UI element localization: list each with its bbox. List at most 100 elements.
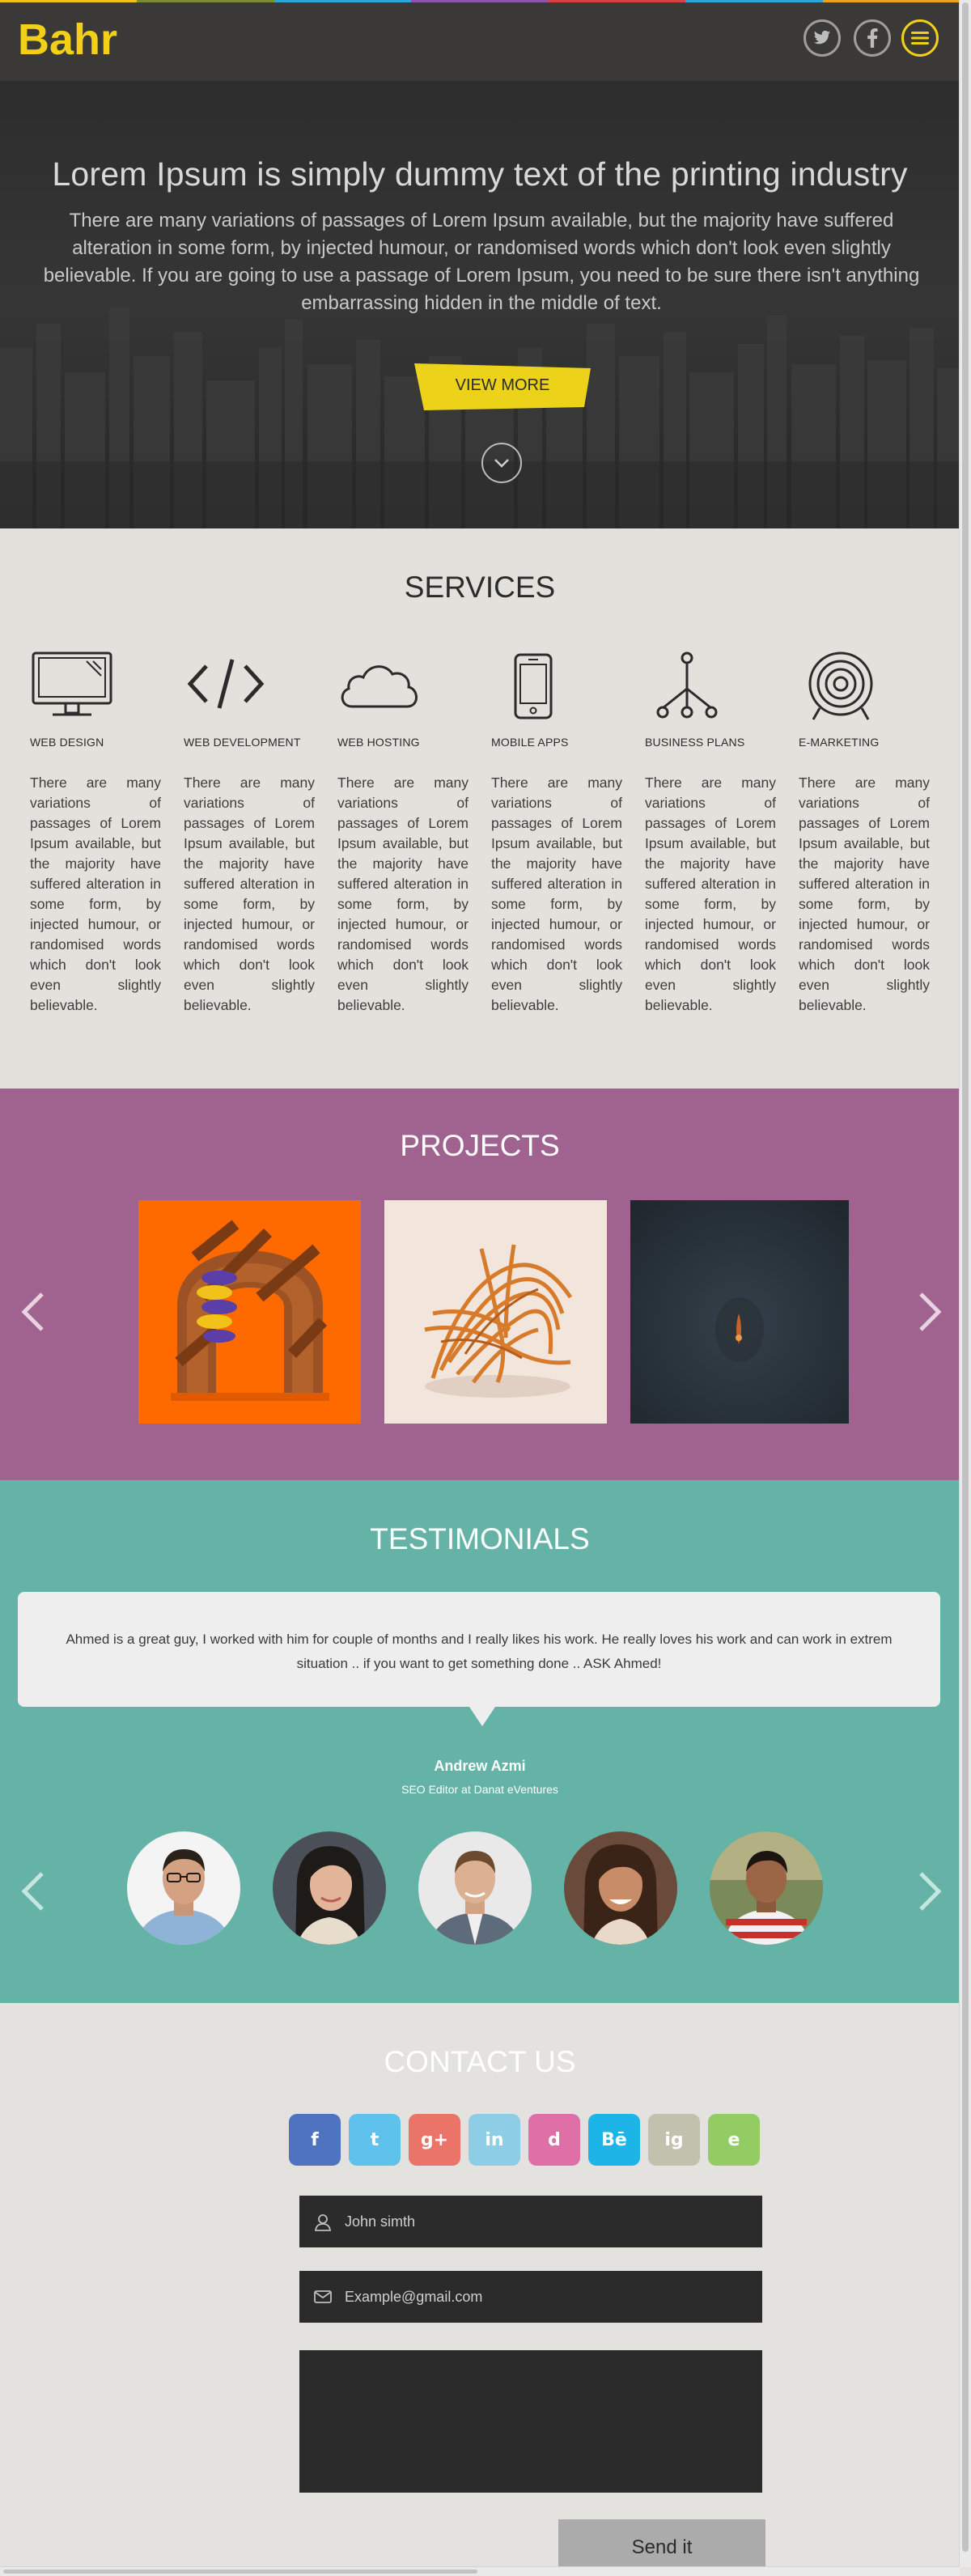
evernote-icon: e [727,2129,740,2150]
view-more-button[interactable]: VIEW MORE [413,360,592,410]
projects-title: PROJECTS [400,1129,560,1162]
service-web-development: WEB DEVELOPMENT There are many variation… [184,650,315,1016]
service-text: There are many variations of passages of… [491,774,622,1013]
avatar-man-glasses [127,1831,240,1945]
twitter-icon [813,30,831,45]
linkedin-button[interactable]: in [469,2114,520,2166]
chevron-left-icon [21,1292,44,1331]
service-text: There are many variations of passages of… [799,774,930,1013]
email-input[interactable] [345,2271,749,2323]
instagram-icon: ig [664,2129,684,2150]
user-icon [314,2214,332,2231]
avatar-woman-smiling [564,1831,677,1945]
service-text: There are many variations of passages of… [30,774,161,1013]
project-sculpture-illustration [384,1200,607,1424]
chevron-left-icon [21,1872,44,1911]
project-arch-illustration [138,1200,361,1424]
project-image-dark[interactable] [630,1200,849,1424]
avatar[interactable] [564,1831,677,1945]
project-image-sculpture[interactable] [384,1200,607,1424]
quote-pointer [469,1707,495,1726]
horizontal-scrollbar[interactable] [0,2566,960,2576]
name-field[interactable] [299,2196,762,2247]
twitter-icon: t [370,2129,379,2150]
chevron-right-icon [919,1872,942,1911]
twitter-button[interactable] [804,19,841,57]
testimonial-quote-box: Ahmed is a great guy, I worked with him … [18,1592,940,1707]
service-title: WEB HOSTING [337,736,420,749]
header: Bahr [0,2,960,81]
target-icon [808,651,873,720]
logo[interactable]: Bahr [18,14,117,66]
hero: Lorem Ipsum is simply dummy text of the … [0,81,960,528]
facebook-icon [867,28,878,48]
facebook-button[interactable]: f [289,2114,341,2166]
service-web-design: WEB DESIGN There are many variations of … [30,650,161,1016]
name-input[interactable] [345,2196,749,2247]
mail-icon [314,2290,332,2303]
service-business-plans: BUSINESS PLANS There are many variations… [645,650,776,1016]
facebook-icon: f [311,2129,319,2150]
avatar-man-striped-shirt [710,1831,823,1945]
contact-section: CONTACT US ftg+indBēige Send it [0,2003,960,2576]
email-field[interactable] [299,2271,762,2323]
testimonials-title: TESTIMONIALS [370,1522,590,1555]
vertical-scrollbar[interactable] [959,0,971,2567]
avatar[interactable] [710,1831,823,1945]
service-title: MOBILE APPS [491,736,569,749]
chevron-right-icon [919,1292,942,1331]
google-plus-button[interactable]: g+ [409,2114,460,2166]
project-image-arch[interactable] [138,1200,361,1424]
monitor-icon [32,651,112,716]
service-title: E-MARKETING [799,736,880,749]
testimonial-quote: Ahmed is a great guy, I worked with him … [66,1632,893,1671]
testimonials-next-button[interactable] [914,1867,947,1916]
service-text: There are many variations of passages of… [184,774,315,1013]
services-section: SERVICES WEB DESIGN There are many varia… [0,528,960,1089]
facebook-button[interactable] [854,19,891,57]
menu-button[interactable] [901,19,939,57]
vertical-scrollbar-thumb[interactable] [962,2,969,2552]
instagram-button[interactable]: ig [648,2114,700,2166]
service-text: There are many variations of passages of… [645,774,776,1013]
view-more-label: VIEW MORE [455,376,550,394]
testimonials-prev-button[interactable] [16,1867,49,1916]
service-title: WEB DEVELOPMENT [184,736,301,749]
behance-button[interactable]: Bē [588,2114,640,2166]
behance-icon: Bē [601,2129,627,2150]
hero-title: Lorem Ipsum is simply dummy text of the … [52,155,908,193]
avatar[interactable] [127,1831,240,1945]
scroll-down-button[interactable] [481,443,522,483]
code-icon [187,659,265,709]
projects-prev-button[interactable] [16,1288,49,1336]
service-e-marketing: E-MARKETING There are many variations of… [799,650,930,1016]
menu-icon [911,32,929,45]
service-web-hosting: WEB HOSTING There are many variations of… [337,650,469,1016]
avatar[interactable] [273,1831,386,1945]
dribbble-button[interactable]: d [528,2114,580,2166]
twitter-button[interactable]: t [349,2114,401,2166]
service-text: There are many variations of passages of… [337,774,469,1013]
testimonial-name: Andrew Azmi [434,1758,526,1774]
message-textarea[interactable] [299,2350,762,2493]
avatar[interactable] [418,1831,532,1945]
services-title: SERVICES [404,571,556,604]
evernote-button[interactable]: e [708,2114,760,2166]
avatar-woman-dark-hair [273,1831,386,1945]
project-dark-illustration [630,1200,849,1424]
hero-text: There are many variations of passages of… [43,210,920,314]
network-icon [656,651,718,719]
cloud-icon [341,665,418,708]
projects-section: PROJECTS [0,1089,960,1480]
projects-next-button[interactable] [914,1288,947,1336]
chevron-down-icon [494,459,509,468]
service-title: BUSINESS PLANS [645,736,745,749]
service-mobile-apps: MOBILE APPS There are many variations of… [491,650,622,1016]
horizontal-scrollbar-thumb[interactable] [3,2570,477,2574]
avatar-man-suit [418,1831,532,1945]
linkedin-icon: in [485,2129,504,2150]
testimonials-section: TESTIMONIALS Ahmed is a great guy, I wor… [0,1480,960,2003]
service-title: WEB DESIGN [30,736,104,749]
contact-title: CONTACT US [384,2045,576,2078]
google-plus-icon: g+ [420,2129,449,2150]
